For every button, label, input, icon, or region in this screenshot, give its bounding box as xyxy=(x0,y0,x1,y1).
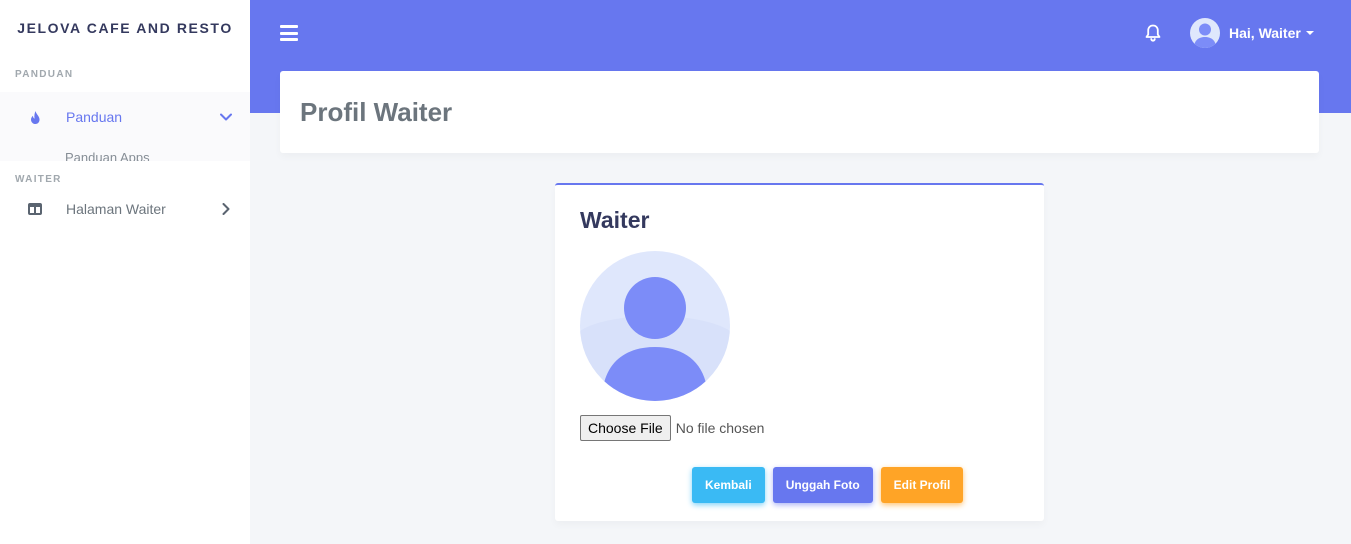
section-header: Profil Waiter xyxy=(280,71,1319,153)
card-title: Waiter xyxy=(580,207,650,233)
chevron-down-icon xyxy=(220,111,232,123)
caret-down-icon xyxy=(1305,31,1314,35)
file-input[interactable]: Choose File No file chosen xyxy=(580,415,764,441)
user-dropdown[interactable]: Hai, Waiter xyxy=(1190,18,1314,48)
upload-photo-button[interactable]: Unggah Foto xyxy=(772,467,873,503)
sidebar-item-label: Halaman Waiter xyxy=(66,201,166,217)
bell-icon[interactable] xyxy=(1143,23,1163,43)
brand-title[interactable]: JELOVA CAFE AND RESTO xyxy=(0,0,250,56)
nav-group-panduan: Panduan Panduan Apps xyxy=(0,92,250,161)
back-button[interactable]: Kembali xyxy=(692,467,765,503)
profile-card: Waiter Choose File No file chosen Kembal… xyxy=(555,183,1044,521)
sidebar-subitem-panduan-apps[interactable]: Panduan Apps xyxy=(65,150,150,161)
hamburger-icon[interactable] xyxy=(280,24,298,42)
page-title: Profil Waiter xyxy=(300,96,453,127)
chevron-right-icon xyxy=(220,203,232,215)
profile-avatar xyxy=(580,251,730,401)
fire-icon xyxy=(28,110,42,124)
edit-profile-button[interactable]: Edit Profil xyxy=(880,467,964,503)
file-status: No file chosen xyxy=(675,420,765,436)
card-actions: Kembali Unggah Foto Edit Profil xyxy=(692,467,971,503)
menu-header-panduan: PANDUAN xyxy=(15,68,74,80)
choose-file-button[interactable]: Choose File xyxy=(580,415,671,441)
avatar xyxy=(1190,18,1220,48)
sidebar-item-panduan[interactable]: Panduan xyxy=(0,92,250,142)
columns-icon xyxy=(28,202,42,216)
sidebar-item-label: Panduan xyxy=(66,109,123,125)
user-greeting: Hai, Waiter xyxy=(1229,25,1301,41)
sidebar: JELOVA CAFE AND RESTO PANDUAN Panduan Pa… xyxy=(0,0,250,544)
sidebar-item-halaman-waiter[interactable]: Halaman Waiter xyxy=(0,184,250,234)
